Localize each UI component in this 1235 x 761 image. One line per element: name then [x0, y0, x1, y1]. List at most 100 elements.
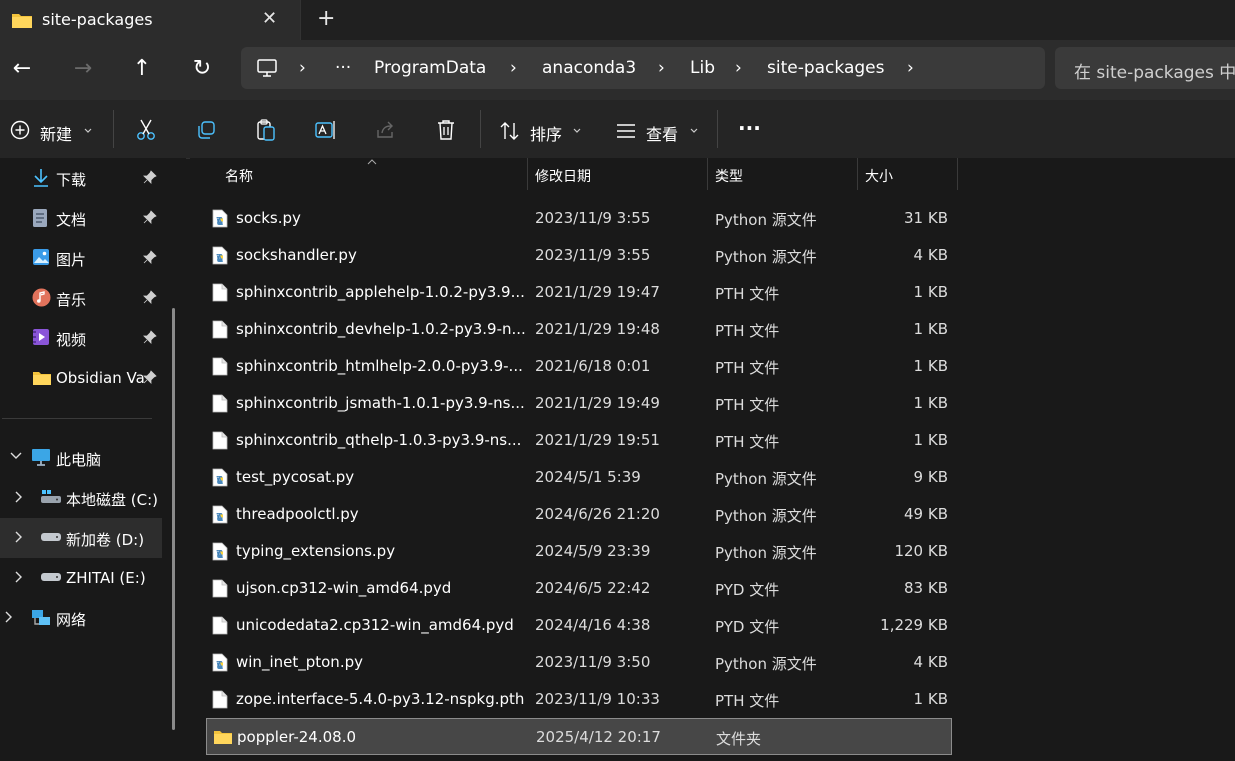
column-header-size[interactable]: 大小 — [865, 166, 893, 186]
file-row[interactable]: sphinxcontrib_devhelp-1.0.2-py3.9-n... 20… — [206, 311, 952, 348]
sort-button[interactable]: 排序 — [530, 121, 562, 145]
forward-button[interactable]: → — [70, 58, 96, 84]
paste-icon[interactable] — [256, 119, 276, 141]
column-header-modified[interactable]: 修改日期 — [535, 166, 591, 186]
document-icon — [33, 209, 47, 227]
column-divider[interactable] — [527, 158, 528, 190]
sidebar-item-this-pc[interactable]: 此电脑 — [0, 438, 170, 478]
folder-icon — [33, 372, 51, 385]
python-file-icon — [212, 246, 228, 269]
file-type: PYD 文件 — [715, 618, 780, 636]
file-name: socks.py — [236, 209, 301, 227]
column-divider[interactable] — [857, 158, 858, 190]
sidebar-item-label: ZHITAI (E:) — [66, 569, 146, 587]
address-bar[interactable]: › ··· ProgramData › anaconda3 › Lib › si… — [241, 47, 1045, 89]
file-row[interactable]: sphinxcontrib_htmlhelp-2.0.0-py3.9-... 20… — [206, 348, 952, 385]
python-file-icon — [212, 653, 228, 676]
view-button[interactable]: 查看 — [646, 121, 678, 145]
breadcrumb-separator[interactable]: › — [510, 58, 517, 78]
file-row[interactable]: sphinxcontrib_jsmath-1.0.1-py3.9-ns... 20… — [206, 385, 952, 422]
tab-site-packages[interactable]: site-packages ✕ — [0, 0, 301, 40]
file-row[interactable]: test_pycosat.py 2024/5/1 5:39 Python 源文件 9 … — [206, 459, 952, 496]
sidebar-item-music[interactable]: 音乐 — [0, 278, 170, 318]
close-tab-button[interactable]: ✕ — [262, 8, 277, 29]
new-tab-button[interactable]: + — [317, 6, 335, 31]
column-header-type[interactable]: 类型 — [715, 166, 743, 186]
file-name: sockshandler.py — [236, 246, 357, 264]
new-button[interactable]: 新建 — [40, 121, 72, 145]
file-row[interactable]: win_inet_pton.py 2023/11/9 3:50 Python 源文件… — [206, 644, 952, 681]
file-row[interactable]: threadpoolctl.py 2024/6/26 21:20 Python 源文… — [206, 496, 952, 533]
up-button[interactable]: ↑ — [129, 58, 155, 84]
pin-icon — [143, 370, 157, 384]
pin-icon — [143, 290, 157, 304]
file-row[interactable]: zope.interface-5.4.0-py3.12-nspkg.pth 202… — [206, 681, 952, 718]
breadcrumb-anaconda3[interactable]: anaconda3 — [542, 58, 636, 78]
title-bar: site-packages ✕ + — [0, 0, 1235, 40]
more-options-button[interactable]: ··· — [738, 116, 761, 140]
file-modified: 2021/6/18 0:01 — [535, 357, 651, 375]
file-size: 1 KB — [913, 690, 948, 708]
sidebar-scrollbar[interactable] — [172, 308, 175, 730]
file-row[interactable]: poppler-24.08.0 2025/4/12 20:17 文件夹 — [206, 718, 952, 755]
pin-icon — [143, 250, 157, 264]
sidebar-item-obsidian-vault[interactable]: Obsidian Va — [0, 358, 170, 398]
chevron-right-icon[interactable] — [4, 611, 14, 623]
file-name: test_pycosat.py — [236, 468, 355, 486]
sidebar-item-downloads[interactable]: 下载 — [0, 158, 170, 198]
rename-icon[interactable] — [315, 120, 337, 140]
column-divider[interactable] — [957, 158, 958, 190]
breadcrumb-site-packages[interactable]: site-packages — [767, 58, 884, 78]
sidebar-item-pictures[interactable]: 图片 — [0, 238, 170, 278]
file-name: ujson.cp312-win_amd64.pyd — [236, 579, 452, 597]
chevron-right-icon[interactable] — [14, 571, 24, 583]
file-icon — [212, 690, 228, 713]
breadcrumb-separator[interactable]: › — [735, 58, 742, 78]
file-row[interactable]: ujson.cp312-win_amd64.pyd 2024/6/5 22:42 P… — [206, 570, 952, 607]
pin-icon — [143, 330, 157, 344]
file-row[interactable]: socks.py 2023/11/9 3:55 Python 源文件 31 KB — [206, 200, 952, 237]
column-divider[interactable] — [707, 158, 708, 190]
sidebar-item-videos[interactable]: 视频 — [0, 318, 170, 358]
file-row[interactable]: sockshandler.py 2023/11/9 3:55 Python 源文件 4… — [206, 237, 952, 274]
chevron-right-icon[interactable] — [14, 531, 24, 543]
sidebar-item-documents[interactable]: 文档 — [0, 198, 170, 238]
file-row[interactable]: unicodedata2.cp312-win_amd64.pyd 2024/4/1… — [206, 607, 952, 644]
breadcrumb-lib[interactable]: Lib — [690, 58, 715, 78]
file-size: 9 KB — [913, 468, 948, 486]
sidebar-item-label: 新加卷 (D:) — [66, 531, 145, 549]
share-icon[interactable] — [375, 120, 395, 140]
file-row[interactable]: sphinxcontrib_applehelp-1.0.2-py3.9... 20… — [206, 274, 952, 311]
file-modified: 2021/1/29 19:47 — [535, 283, 660, 301]
breadcrumb-separator[interactable]: › — [299, 58, 306, 78]
breadcrumb-more-button[interactable]: ··· — [335, 58, 351, 78]
file-icon — [212, 616, 228, 639]
breadcrumb-separator[interactable]: › — [907, 58, 914, 78]
file-name: poppler-24.08.0 — [237, 728, 357, 746]
chevron-right-icon[interactable] — [14, 491, 24, 503]
file-row[interactable]: typing_extensions.py 2024/5/9 23:39 Python… — [206, 533, 952, 570]
file-list: 名称 修改日期 类型 大小 socks.py 2023/11/9 3:55 Pyth… — [190, 158, 1235, 761]
copy-icon[interactable] — [196, 120, 216, 140]
file-type: PTH 文件 — [715, 359, 780, 377]
sidebar-item-drive-c[interactable]: 本地磁盘 (C:) — [0, 478, 170, 518]
breadcrumb-programdata[interactable]: ProgramData — [374, 58, 486, 78]
sidebar-item-drive-d[interactable]: 新加卷 (D:) — [0, 518, 162, 558]
refresh-button[interactable]: ↻ — [189, 58, 215, 84]
sidebar-item-network[interactable]: 网络 — [0, 598, 170, 638]
file-name: sphinxcontrib_jsmath-1.0.1-py3.9-ns... — [236, 394, 525, 412]
delete-icon[interactable] — [436, 119, 456, 141]
cut-icon[interactable] — [136, 119, 156, 141]
back-button[interactable]: ← — [9, 58, 35, 84]
sidebar-divider — [2, 418, 152, 419]
file-size: 49 KB — [904, 505, 948, 523]
breadcrumb-separator[interactable]: › — [658, 58, 665, 78]
file-row[interactable]: sphinxcontrib_qthelp-1.0.3-py3.9-ns... 20… — [206, 422, 952, 459]
file-name: sphinxcontrib_htmlhelp-2.0.0-py3.9-... — [236, 357, 523, 375]
column-header-name[interactable]: 名称 — [225, 166, 253, 186]
search-box[interactable]: 在 site-packages 中搜索 — [1055, 47, 1235, 89]
drive-windows-icon — [41, 490, 61, 503]
sidebar-item-drive-e[interactable]: ZHITAI (E:) — [0, 558, 170, 598]
file-modified: 2024/5/1 5:39 — [535, 468, 641, 486]
chevron-down-icon[interactable] — [10, 451, 22, 461]
